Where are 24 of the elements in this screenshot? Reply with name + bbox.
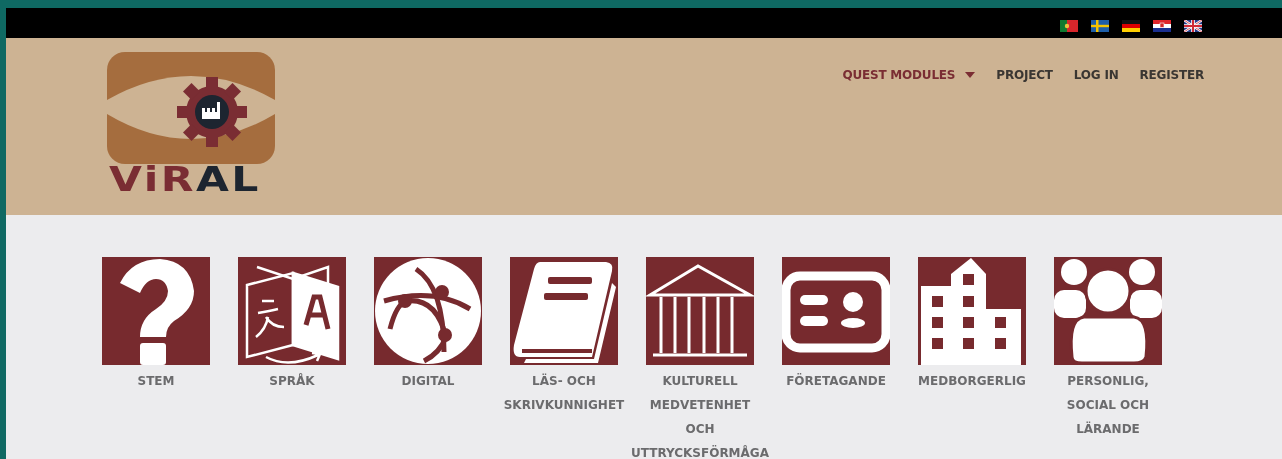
module-label[interactable]: STEM — [137, 369, 175, 393]
book-icon[interactable] — [510, 257, 618, 365]
question-icon[interactable] — [102, 257, 210, 365]
flag-icon[interactable] — [1122, 20, 1140, 32]
building-icon[interactable] — [918, 257, 1026, 365]
module-label[interactable]: PERSONLIG, SOCIAL OCH LÄRANDE — [1066, 369, 1150, 441]
nav-link[interactable]: LOG IN — [1073, 68, 1119, 82]
nav-link[interactable]: REGISTER — [1139, 68, 1204, 82]
module-label[interactable]: SPRÅK — [269, 369, 315, 393]
nav-link[interactable]: QUEST MODULES — [842, 68, 976, 82]
caret-icon — [965, 72, 976, 78]
museum-icon[interactable] — [646, 257, 754, 365]
flag-icon[interactable] — [1184, 20, 1202, 32]
module-label[interactable]: FÖRETAGANDE — [786, 369, 886, 393]
module-label[interactable]: DIGITAL — [401, 369, 455, 393]
module-label[interactable]: MEDBORGERLIG — [918, 369, 1026, 393]
flag-icon[interactable] — [1153, 20, 1171, 32]
module-label[interactable]: LÄS- OCH SKRIVKUNNIGHET — [503, 369, 625, 417]
module-label[interactable]: KULTURELL MEDVETENHET OCH UTTRYCKSFÖRMÅGA — [631, 369, 769, 459]
globe-icon[interactable] — [374, 257, 482, 365]
people-icon[interactable] — [1054, 257, 1162, 365]
id-card-icon[interactable] — [782, 257, 890, 365]
nav-link[interactable]: PROJECT — [996, 68, 1053, 82]
translate-icon[interactable] — [238, 257, 346, 365]
